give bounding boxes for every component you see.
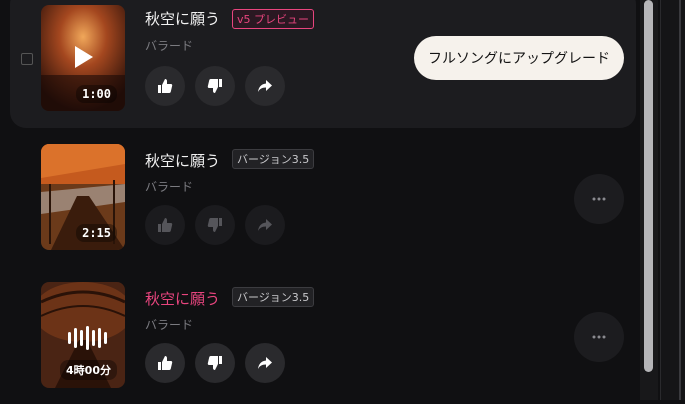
version-badge: バージョン3.5 bbox=[232, 149, 315, 169]
share-icon bbox=[258, 219, 272, 231]
song-actions bbox=[145, 66, 285, 106]
share-button[interactable] bbox=[245, 66, 285, 106]
more-dots-icon bbox=[592, 335, 606, 339]
scrollbar-thumb[interactable] bbox=[644, 0, 653, 372]
song-title[interactable]: 秋空に願う bbox=[145, 8, 220, 29]
like-button[interactable] bbox=[145, 205, 185, 245]
dislike-button[interactable] bbox=[195, 205, 235, 245]
song-duration: 2:15 bbox=[76, 224, 117, 242]
share-button[interactable] bbox=[245, 205, 285, 245]
song-cover-3[interactable]: 4時00分 bbox=[41, 282, 125, 388]
select-checkbox[interactable] bbox=[21, 53, 33, 65]
thumbs-up-icon bbox=[158, 356, 173, 370]
thumbs-up-icon bbox=[158, 218, 173, 232]
song-genre[interactable]: バラード bbox=[145, 178, 193, 195]
song-cover-1[interactable]: 1:00 bbox=[41, 5, 125, 111]
panel-divider bbox=[679, 0, 681, 400]
song-row-3[interactable]: 4時00分 秋空に願う バージョン3.5 バラード bbox=[10, 276, 636, 404]
song-genre[interactable]: バラード bbox=[145, 37, 193, 54]
song-actions bbox=[145, 205, 285, 245]
upgrade-full-song-button[interactable]: フルソングにアップグレード bbox=[414, 36, 624, 80]
song-duration: 1:00 bbox=[76, 85, 117, 103]
version-badge: バージョン3.5 bbox=[232, 287, 315, 307]
song-duration: 4時00分 bbox=[60, 360, 117, 380]
more-options-button[interactable] bbox=[574, 174, 624, 224]
thumbs-down-icon bbox=[207, 218, 222, 232]
version-badge: v5 プレビュー bbox=[232, 9, 315, 29]
thumbs-up-icon bbox=[158, 79, 173, 93]
song-title[interactable]: 秋空に願う bbox=[145, 150, 220, 171]
waveform-icon bbox=[68, 326, 107, 350]
thumbs-down-icon bbox=[207, 79, 222, 93]
thumbs-down-icon bbox=[207, 356, 222, 370]
share-icon bbox=[258, 80, 272, 92]
song-cover-2[interactable]: 2:15 bbox=[41, 144, 125, 250]
share-button[interactable] bbox=[245, 343, 285, 383]
play-icon[interactable] bbox=[73, 45, 95, 69]
like-button[interactable] bbox=[145, 66, 185, 106]
song-actions bbox=[145, 343, 285, 383]
share-icon bbox=[258, 357, 272, 369]
more-options-button[interactable] bbox=[574, 312, 624, 362]
song-row-1[interactable]: 1:00 秋空に願う v5 プレビュー バラード フルソングにアップグレード bbox=[10, 0, 636, 128]
song-list: 1:00 秋空に願う v5 プレビュー バラード フルソングにアップグレード 2… bbox=[0, 0, 638, 400]
song-genre[interactable]: バラード bbox=[145, 316, 193, 333]
song-title[interactable]: 秋空に願う bbox=[145, 288, 220, 309]
more-dots-icon bbox=[592, 197, 606, 201]
song-row-2[interactable]: 2:15 秋空に願う バージョン3.5 バラード bbox=[10, 138, 636, 266]
like-button[interactable] bbox=[145, 343, 185, 383]
dislike-button[interactable] bbox=[195, 66, 235, 106]
right-panel-edge bbox=[660, 0, 685, 400]
dislike-button[interactable] bbox=[195, 343, 235, 383]
